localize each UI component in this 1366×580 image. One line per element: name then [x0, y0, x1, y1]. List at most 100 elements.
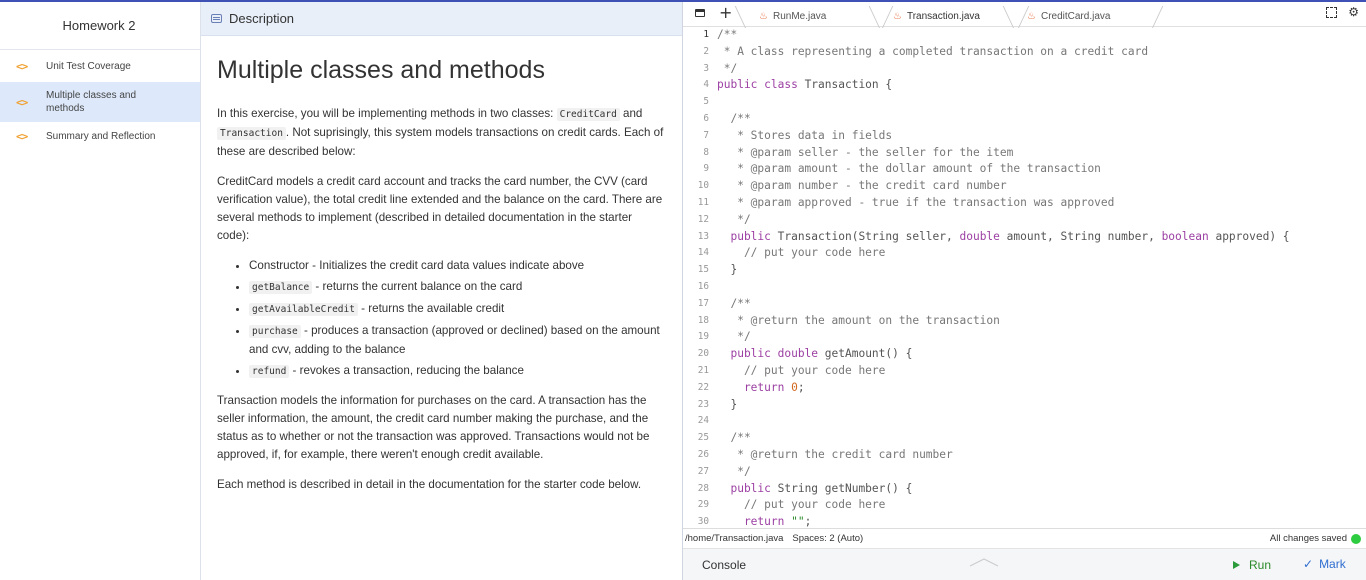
code-line[interactable]: 25 /**	[685, 430, 1365, 447]
sidebar-item-summary-reflection[interactable]: <> Summary and Reflection	[0, 122, 200, 150]
code-line[interactable]: 22 return 0;	[685, 380, 1365, 397]
code-text: public String getNumber() {	[717, 481, 913, 495]
code-line[interactable]: 21 // put your code here	[685, 363, 1365, 380]
code-line[interactable]: 13 public Transaction(String seller, dou…	[685, 229, 1365, 246]
code-area[interactable]: 1 /** 2 * A class representing a completed…	[685, 27, 1365, 527]
line-number: 4	[703, 79, 709, 91]
line-number: 9	[703, 163, 709, 175]
line-number: 16	[697, 280, 709, 292]
code-line[interactable]: 7 * Stores data in fields	[685, 128, 1365, 145]
run-label: Run	[1249, 558, 1272, 572]
line-number: 15	[697, 264, 709, 276]
fullscreen-icon[interactable]	[1326, 7, 1338, 18]
code-line[interactable]: 26 * @return the credit card number	[685, 447, 1365, 464]
code-text: public Transaction(String seller, double…	[717, 229, 1290, 243]
indent-setting[interactable]: Spaces: 2 (Auto)	[792, 533, 863, 544]
list-item: purchase - produces a transaction (appro…	[249, 322, 666, 359]
add-tab-button[interactable]: +	[719, 3, 732, 22]
code-text: return "";	[717, 515, 812, 527]
run-button[interactable]: Run	[1233, 558, 1271, 572]
file-path: /home/Transaction.java	[685, 533, 784, 544]
text: - produces a transaction (approved or de…	[249, 324, 660, 356]
code-line[interactable]: 23 }	[685, 397, 1365, 414]
sidebar-item-label: Unit Test Coverage	[46, 60, 131, 72]
code-line[interactable]: 11 * @param approved - true if the trans…	[685, 195, 1365, 212]
tab-runme[interactable]: ♨ RunMe.java	[745, 6, 883, 27]
code-line[interactable]: 17 /**	[685, 296, 1365, 313]
text: Constructor - Initializes the credit car…	[249, 259, 585, 272]
console-label[interactable]: Console	[702, 558, 746, 572]
code-text: /**	[717, 28, 738, 41]
code-text: /**	[717, 296, 751, 310]
sidebar-item-multiple-classes[interactable]: <> Multiple classes and methods	[0, 82, 200, 122]
chevron-up-icon[interactable]	[969, 557, 999, 567]
code-line[interactable]: 4 public class Transaction {	[685, 77, 1365, 94]
java-icon: ♨	[893, 11, 902, 22]
code-text: // put your code here	[717, 246, 886, 260]
check-icon: ✓	[1303, 557, 1314, 571]
code-line[interactable]: 3 */	[685, 61, 1365, 78]
code-line[interactable]: 6 /**	[685, 111, 1365, 128]
code-text: public double getAmount() {	[717, 347, 913, 361]
code-line[interactable]: 20 public double getAmount() {	[685, 346, 1365, 363]
inline-code: getAvailableCredit	[249, 303, 358, 316]
mark-button[interactable]: ✓ Mark	[1303, 557, 1346, 571]
code-text: * @param seller - the seller for the ite…	[717, 145, 1014, 159]
code-text: * @param amount - the dollar amount of t…	[717, 162, 1101, 176]
tab-creditcard[interactable]: ♨ CreditCard.java	[1013, 6, 1153, 27]
code-text: * @param approved - true if the transact…	[717, 195, 1115, 209]
code-line[interactable]: 30 return "";	[685, 514, 1365, 527]
line-number: 22	[697, 381, 709, 393]
code-text: * A class representing a completed trans…	[717, 44, 1149, 58]
paragraph-transaction: Transaction models the information for p…	[217, 394, 650, 461]
editor-tab-bar: + ♨ RunMe.java ♨ CreditCard.java ♨ Trans…	[683, 2, 1366, 27]
java-icon: ♨	[1027, 11, 1036, 22]
code-line[interactable]: 15 }	[685, 262, 1365, 279]
code-line[interactable]: 16	[685, 279, 1365, 296]
line-number: 17	[697, 297, 709, 309]
code-line[interactable]: 24	[685, 413, 1365, 430]
tab-transaction[interactable]: ♨ Transaction.java	[879, 6, 1019, 27]
text: - revokes a transaction, reducing the ba…	[289, 364, 524, 377]
code-text: */	[717, 330, 751, 344]
sidebar-item-unit-test-coverage[interactable]: <> Unit Test Coverage	[0, 50, 200, 82]
code-editor-pane: + ♨ RunMe.java ♨ CreditCard.java ♨ Trans…	[682, 2, 1366, 580]
line-number: 11	[697, 196, 709, 208]
code-text: * Stores data in fields	[717, 128, 893, 142]
line-number: 30	[697, 516, 709, 527]
code-line[interactable]: 1 /**	[685, 27, 1365, 44]
code-line[interactable]: 8 * @param seller - the seller for the i…	[685, 145, 1365, 162]
code-line[interactable]: 29 // put your code here	[685, 497, 1365, 514]
code-line[interactable]: 19 */	[685, 329, 1365, 346]
list-item: getAvailableCredit - returns the availab…	[249, 300, 666, 319]
document-icon	[211, 14, 222, 23]
save-status: All changes saved	[1269, 533, 1347, 544]
code-line[interactable]: 10 * @param number - the credit card num…	[685, 178, 1365, 195]
code-line[interactable]: 27 */	[685, 464, 1365, 481]
line-number: 24	[697, 415, 709, 427]
code-line[interactable]: 2 * A class representing a completed tra…	[685, 44, 1365, 61]
line-number: 19	[697, 331, 709, 343]
code-text: // put your code here	[717, 498, 886, 512]
file-tree-icon[interactable]	[695, 9, 705, 17]
gear-icon[interactable]: ⚙	[1348, 6, 1359, 18]
line-number: 5	[703, 96, 709, 108]
code-line[interactable]: 18 * @return the amount on the transacti…	[685, 313, 1365, 330]
text: and	[619, 107, 643, 120]
sidebar-item-label: Summary and Reflection	[46, 130, 156, 142]
code-line[interactable]: 12 */	[685, 212, 1365, 229]
mark-label: Mark	[1319, 557, 1346, 571]
tab-label: CreditCard.java	[1040, 11, 1111, 22]
line-number: 25	[697, 432, 709, 444]
code-line[interactable]: 9 * @param amount - the dollar amount of…	[685, 161, 1365, 178]
code-line[interactable]: 5	[685, 94, 1365, 111]
play-icon	[1233, 561, 1240, 569]
code-line[interactable]: 28 public String getNumber() {	[685, 481, 1365, 498]
code-icon: <>	[16, 59, 28, 73]
code-text: * @return the credit card number	[717, 447, 953, 461]
inline-code: Transaction	[217, 127, 286, 140]
line-number: 12	[697, 213, 709, 225]
code-line[interactable]: 14 // put your code here	[685, 245, 1365, 262]
editor-toolbar-right: ⚙	[1326, 6, 1359, 18]
list-item: getBalance - returns the current balance…	[249, 278, 666, 297]
